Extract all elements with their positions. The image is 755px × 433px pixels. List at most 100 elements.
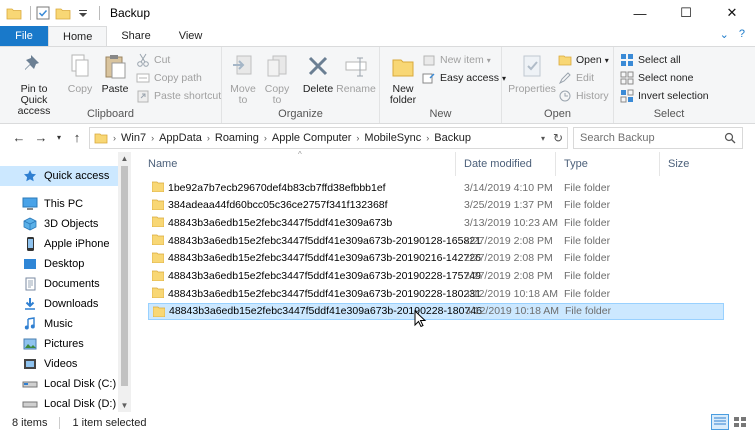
scroll-up-arrow-icon[interactable]: ▲	[118, 152, 131, 165]
nav-downloads[interactable]: Downloads	[0, 294, 98, 314]
delete-button[interactable]: Delete	[302, 51, 334, 95]
file-name: 48843b3a6edb15e2febc3447f5ddf41e309a673b…	[168, 252, 481, 265]
nav-music[interactable]: Music	[0, 314, 73, 334]
address-bar[interactable]: › Win7 › AppData › Roaming › Apple Compu…	[89, 127, 568, 149]
nav-desktop[interactable]: Desktop	[0, 254, 84, 274]
history-button[interactable]: History	[558, 87, 609, 105]
select-group: Select all Select none Invert selection …	[614, 47, 724, 123]
table-row[interactable]: 48843b3a6edb15e2febc3447f5ddf41e309a673b…	[148, 214, 724, 231]
breadcrumb-apple-computer[interactable]: Apple Computer	[272, 132, 352, 144]
chevron-right-icon[interactable]: ›	[426, 133, 429, 143]
edit-button[interactable]: Edit	[558, 69, 594, 87]
details-view-icon[interactable]	[711, 414, 729, 430]
separator	[30, 6, 31, 20]
copy-to-button[interactable]: Copy to	[262, 51, 292, 106]
search-input[interactable]	[580, 132, 720, 144]
tab-home[interactable]: Home	[48, 26, 108, 46]
film-icon	[22, 356, 38, 372]
properties-check-icon[interactable]	[35, 5, 51, 21]
chevron-right-icon[interactable]: ›	[207, 133, 210, 143]
column-header-type[interactable]: Type	[556, 152, 660, 176]
refresh-icon[interactable]: ↻	[553, 131, 563, 145]
new-group-label: New	[429, 108, 452, 120]
breadcrumb-mobilesync[interactable]: MobileSync	[364, 132, 421, 144]
nav-videos[interactable]: Videos	[0, 354, 77, 374]
breadcrumb-win7[interactable]: Win7	[121, 132, 146, 144]
chevron-right-icon[interactable]: ›	[264, 133, 267, 143]
column-header-date-modified[interactable]: Date modified	[456, 152, 556, 176]
forward-arrow-icon[interactable]: →	[32, 128, 50, 146]
breadcrumb-appdata[interactable]: AppData	[159, 132, 202, 144]
tab-view[interactable]: View	[165, 26, 217, 46]
chevron-right-icon: ›	[113, 133, 116, 143]
nav-scrollbar[interactable]: ▲ ▼	[118, 152, 131, 412]
minimize-button[interactable]: —	[617, 0, 663, 26]
search-box[interactable]	[573, 127, 743, 149]
status-bar: 8 items 1 item selected	[0, 412, 755, 433]
table-row[interactable]: 48843b3a6edb15e2febc3447f5ddf41e309a673b…	[148, 232, 724, 249]
select-all-button[interactable]: Select all	[620, 51, 681, 69]
separator	[59, 416, 61, 429]
quick-access-toolbar	[0, 0, 104, 26]
tab-file[interactable]: File	[0, 26, 48, 46]
table-row[interactable]: 48843b3a6edb15e2febc3447f5ddf41e309a673b…	[148, 285, 724, 302]
table-row[interactable]: 1be92a7b7ecb29670def4b83cb7ffd38efbbb1ef…	[148, 179, 724, 196]
move-to-button[interactable]: Move to	[228, 51, 258, 106]
large-icons-view-icon[interactable]	[731, 414, 749, 430]
chevron-right-icon[interactable]: ›	[356, 133, 359, 143]
properties-button[interactable]: Properties	[506, 51, 558, 95]
open-button[interactable]: Open ▾	[558, 51, 609, 69]
copy-button[interactable]: Copy	[64, 51, 96, 95]
scroll-down-arrow-icon[interactable]: ▼	[118, 399, 131, 412]
back-arrow-icon[interactable]: ←	[10, 128, 28, 146]
new-folder-button[interactable]: New folder	[386, 51, 420, 106]
table-row[interactable]: 384adeaa44fd60bcc05c36ce2757f341f132368f…	[148, 197, 724, 214]
clipboard-group-label: Clipboard	[86, 108, 135, 120]
easy-access-button[interactable]: Easy access ▾	[422, 69, 506, 87]
invert-selection-button[interactable]: Invert selection	[620, 87, 709, 105]
nav-documents[interactable]: Documents	[0, 274, 100, 294]
customize-dropdown-icon[interactable]	[75, 5, 91, 21]
table-row[interactable]: 48843b3a6edb15e2febc3447f5ddf41e309a673b…	[148, 250, 724, 267]
nav-this-pc[interactable]: This PC	[0, 194, 83, 214]
chevron-down-icon: ▾	[604, 55, 609, 65]
nav-local-disk-c[interactable]: Local Disk (C:)	[0, 374, 116, 394]
nav-apple-iphone[interactable]: Apple iPhone	[0, 234, 109, 254]
new-item-button[interactable]: New item ▾	[422, 51, 491, 69]
nav-3d-objects[interactable]: 3D Objects	[0, 214, 98, 234]
cut-button[interactable]: Cut	[136, 51, 170, 69]
maximize-button[interactable]: ☐	[663, 0, 709, 26]
close-button[interactable]: ✕	[709, 0, 755, 26]
paste-button[interactable]: Paste	[98, 51, 132, 95]
file-date: 2/27/2019 2:08 PM	[464, 270, 553, 282]
help-icon[interactable]: ?	[739, 28, 745, 41]
table-row-selected[interactable]: 48843b3a6edb15e2febc3447f5ddf41e309a673b…	[148, 302, 724, 320]
address-history-chevron-icon[interactable]: ▾	[541, 134, 545, 143]
tab-share[interactable]: Share	[107, 26, 164, 46]
scrollbar-thumb[interactable]	[121, 166, 128, 386]
file-type: File folder	[564, 216, 611, 229]
column-header-size[interactable]: Size	[660, 152, 724, 176]
new-folder-qa-icon[interactable]	[55, 5, 71, 21]
rename-button[interactable]: Rename	[336, 51, 376, 95]
pictures-icon	[22, 336, 38, 352]
search-icon[interactable]	[724, 132, 736, 144]
nav-pictures[interactable]: Pictures	[0, 334, 84, 354]
up-arrow-icon[interactable]: ↑	[68, 128, 86, 146]
breadcrumb-roaming[interactable]: Roaming	[215, 132, 259, 144]
select-none-button[interactable]: Select none	[620, 69, 693, 87]
new-group: New folder New item ▾ Easy access ▾ New	[380, 47, 506, 123]
file-name: 48843b3a6edb15e2febc3447f5ddf41e309a673b…	[168, 287, 481, 300]
recent-locations-chevron-icon[interactable]: ▾	[50, 128, 68, 146]
nav-quick-access[interactable]: Quick access	[0, 166, 118, 186]
paste-shortcut-button[interactable]: Paste shortcut	[136, 87, 221, 105]
drive-icon	[22, 376, 38, 392]
table-row[interactable]: 48843b3a6edb15e2febc3447f5ddf41e309a673b…	[148, 268, 724, 285]
nav-local-disk-d[interactable]: Local Disk (D:)	[0, 394, 116, 414]
breadcrumb-backup[interactable]: Backup	[434, 132, 471, 144]
column-header-name[interactable]: Name	[140, 152, 456, 176]
copy-path-button[interactable]: Copy path	[136, 69, 202, 87]
collapse-ribbon-icon[interactable]: ⌄	[720, 28, 729, 41]
file-name: 48843b3a6edb15e2febc3447f5ddf41e309a673b	[168, 216, 393, 229]
chevron-right-icon[interactable]: ›	[151, 133, 154, 143]
